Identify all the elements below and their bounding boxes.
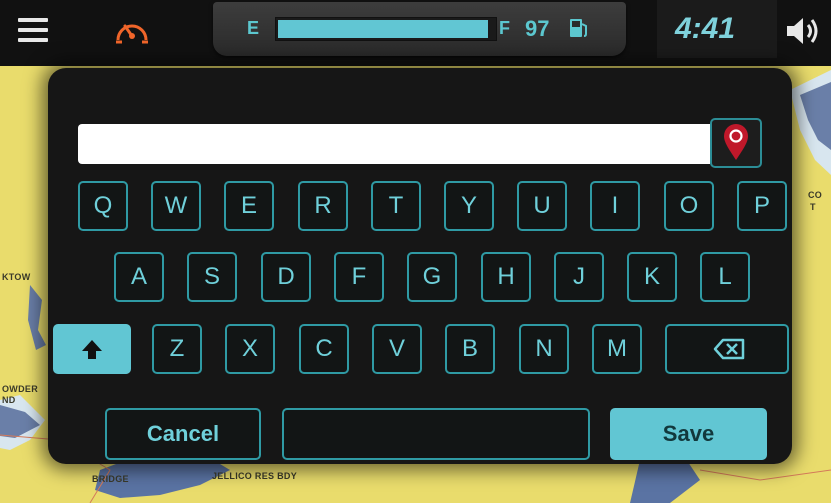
backspace-icon — [713, 338, 745, 360]
hamburger-menu-icon-bar — [18, 38, 48, 42]
key-j[interactable]: J — [554, 252, 604, 302]
speedometer-button[interactable] — [112, 14, 152, 48]
map-label: JELLICO RES BDY — [212, 471, 298, 481]
speedometer-icon — [116, 24, 148, 44]
top-status-bar: E F 97 4:41 — [0, 0, 831, 66]
key-b[interactable]: B — [445, 324, 495, 374]
fuel-level-bar — [275, 17, 497, 41]
key-l[interactable]: L — [700, 252, 750, 302]
location-pin-button[interactable] — [710, 118, 762, 168]
space-bar-key[interactable] — [282, 408, 590, 460]
key-u[interactable]: U — [517, 181, 567, 231]
shift-key[interactable] — [53, 324, 131, 374]
key-m[interactable]: M — [592, 324, 642, 374]
save-button[interactable]: Save — [610, 408, 767, 460]
key-c[interactable]: C — [299, 324, 349, 374]
map-label: KTOW — [2, 272, 31, 282]
key-d[interactable]: D — [261, 252, 311, 302]
key-w[interactable]: W — [151, 181, 201, 231]
key-f[interactable]: F — [334, 252, 384, 302]
key-o[interactable]: O — [664, 181, 714, 231]
key-t[interactable]: T — [371, 181, 421, 231]
cancel-button[interactable]: Cancel — [105, 408, 261, 460]
fuel-full-label: F — [499, 18, 510, 38]
fuel-gauge-panel: E F 97 — [213, 2, 626, 56]
key-s[interactable]: S — [187, 252, 237, 302]
key-r[interactable]: R — [298, 181, 348, 231]
hamburger-menu-icon-bar — [18, 28, 48, 32]
shift-arrow-icon — [82, 340, 102, 359]
key-n[interactable]: N — [519, 324, 569, 374]
key-i[interactable]: I — [590, 181, 640, 231]
key-y[interactable]: Y — [444, 181, 494, 231]
fuel-level-value: 97 — [525, 16, 550, 41]
map-label: CO — [808, 190, 823, 200]
key-a[interactable]: A — [114, 252, 164, 302]
clock-time: 4:41 — [675, 12, 736, 45]
fuel-level-fill — [278, 20, 488, 38]
key-g[interactable]: G — [407, 252, 457, 302]
volume-icon — [787, 18, 818, 44]
key-x[interactable]: X — [225, 324, 275, 374]
map-label: BRIDGE — [92, 474, 129, 484]
key-h[interactable]: H — [481, 252, 531, 302]
map-label: OWDER — [2, 384, 38, 394]
menu-button[interactable] — [10, 8, 56, 54]
key-k[interactable]: K — [627, 252, 677, 302]
volume-button[interactable] — [785, 14, 821, 48]
key-p[interactable]: P — [737, 181, 787, 231]
hamburger-menu-icon — [18, 18, 48, 22]
key-e[interactable]: E — [224, 181, 274, 231]
map-label: T — [810, 202, 816, 212]
key-v[interactable]: V — [372, 324, 422, 374]
location-pin-icon — [724, 124, 748, 160]
fuel-pump-icon — [570, 19, 587, 37]
key-q[interactable]: Q — [78, 181, 128, 231]
key-z[interactable]: Z — [152, 324, 202, 374]
map-label: ND — [2, 395, 16, 405]
fuel-empty-label: E — [247, 18, 260, 38]
backspace-key[interactable] — [665, 324, 789, 374]
search-input[interactable] — [78, 124, 710, 164]
keyboard-dialog: QWERTYUIOP ASDFGHJKL ZXCVBNM Cancel Save — [48, 68, 792, 464]
